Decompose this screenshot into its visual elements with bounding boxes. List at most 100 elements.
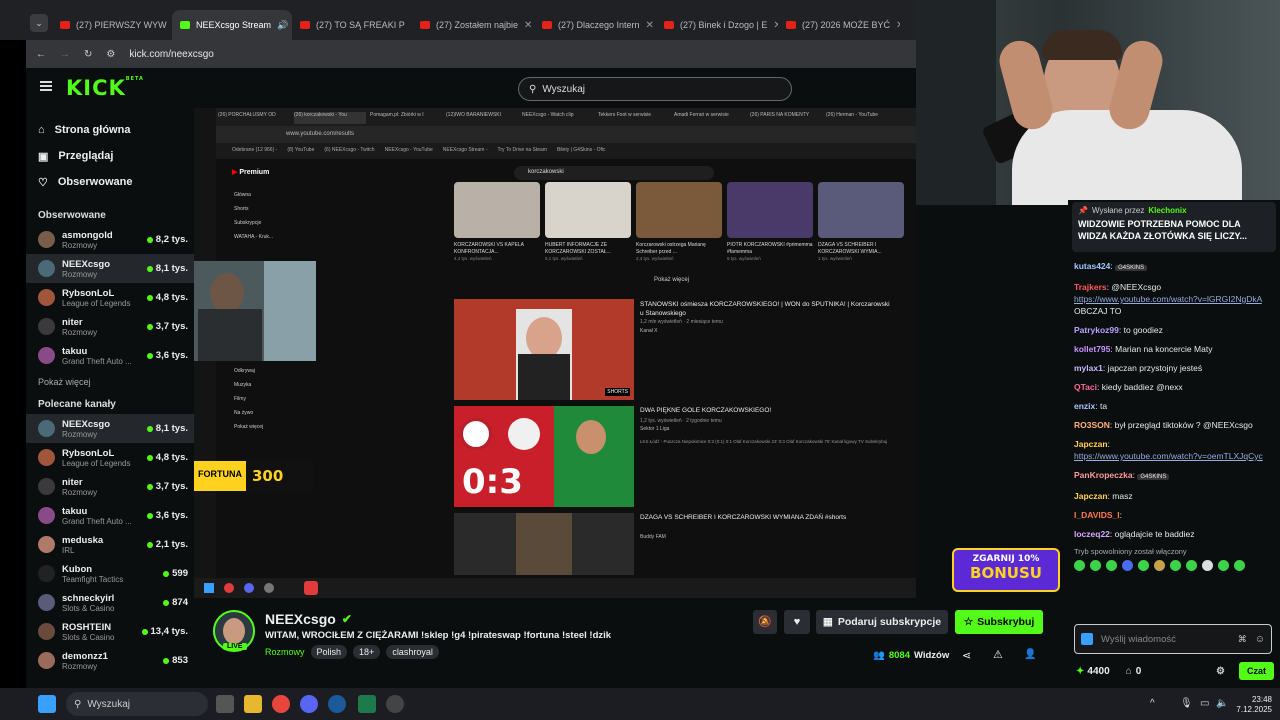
show-more-link[interactable]: Pokaż więcej (26, 372, 194, 392)
tag-chip[interactable]: clashroyal (386, 645, 439, 659)
chat-username[interactable]: Japczan (1074, 491, 1108, 501)
chat-username[interactable]: QTaci (1074, 382, 1097, 392)
emote-icon[interactable] (1234, 560, 1245, 571)
back-arrow-icon[interactable]: ← (36, 49, 46, 60)
emote-icon[interactable] (1154, 560, 1165, 571)
chat-message[interactable]: QTaci: kiedy baddiez @nexx (1068, 381, 1280, 393)
tag-chip[interactable]: 18+ (353, 645, 381, 659)
pinned-message[interactable]: 📌 Wysłane przez Klechonix WIDZOWIE POTRZEB… (1072, 202, 1276, 252)
emote-icon[interactable] (1170, 560, 1181, 571)
kick-logo[interactable]: KICKBETA (66, 76, 144, 100)
commands-icon[interactable]: ⌘ (1238, 634, 1247, 645)
stream-player[interactable]: (26) PORCHAŁUSMY OD (26) korczakowski - Y… (194, 108, 916, 598)
emote-icon[interactable] (1090, 560, 1101, 571)
chat-message[interactable]: loczeq22: oglądajcie te baddiez (1068, 528, 1280, 540)
close-tab-icon[interactable]: ✕ (896, 20, 900, 31)
close-tab-icon[interactable]: ✕ (646, 20, 654, 31)
emote-icon[interactable] (1106, 560, 1117, 571)
gift-subs-button[interactable]: ▦ Podaruj subskrypcje (816, 610, 948, 634)
chat-username[interactable]: kollet795 (1074, 344, 1110, 354)
browser-tab[interactable]: (27) PIERWSZY WYW✕ (52, 10, 172, 40)
sidebar-channel-neexcsgo[interactable]: NEEXcsgo Rozmowy 8,1 tys. (26, 414, 194, 443)
chat-username[interactable]: Patrykoz99 (1074, 325, 1119, 335)
reload-icon[interactable]: ↻ (84, 49, 92, 60)
chat-message[interactable]: mylax1: japczan przystojny jesteś (1068, 362, 1280, 374)
chat-message[interactable]: Trajkers: @NEEXcsgo https://www.youtube.… (1068, 281, 1280, 317)
user-options-icon[interactable]: 👤 (1024, 649, 1036, 660)
site-info-icon[interactable]: ⚙ (106, 49, 115, 60)
speaker-icon[interactable]: 🔊 (277, 20, 288, 31)
sidebar-channel-asmongold[interactable]: asmongold Rozmowy 8,2 tys. (26, 225, 194, 254)
sidebar-channel-neexcsgo[interactable]: NEEXcsgo Rozmowy 8,1 tys. (26, 254, 194, 283)
sidebar-channel-takuu[interactable]: takuu Grand Theft Auto ... 3,6 tys. (26, 501, 194, 530)
browser-tab[interactable]: (27) 2026 MOŻE BYĆ ✕ (778, 10, 900, 40)
sidebar-channel-roshtein[interactable]: ROSHTEIN Slots & Casino 13,4 tys. (26, 617, 194, 646)
browser-tab-active[interactable]: NEEXcsgo Stream🔊✕ (172, 10, 292, 40)
sidebar-channel-takuu[interactable]: takuu Grand Theft Auto ... 3,6 tys. (26, 341, 194, 370)
chat-message[interactable]: Japczan: https://www.youtube.com/watch?v… (1068, 438, 1280, 462)
nav-home[interactable]: ⌂ Strona główna (26, 117, 194, 143)
chat-username[interactable]: mylax1 (1074, 363, 1103, 373)
channel-name[interactable]: NEEXcsgo (265, 611, 336, 627)
notifications-off-icon[interactable]: 🔕 (753, 610, 777, 634)
emote-icon[interactable] (1122, 560, 1133, 571)
emote-icon[interactable] (1186, 560, 1197, 571)
emote-icon[interactable] (1074, 560, 1085, 571)
tag-chip[interactable]: Polish (310, 645, 348, 659)
emote-icon[interactable] (1138, 560, 1149, 571)
send-chat-button[interactable]: Czat (1238, 662, 1274, 680)
sidebar-channel-rybsonlol[interactable]: RybsonLoL League of Legends 4,8 tys. (26, 443, 194, 472)
discord-icon[interactable] (300, 695, 318, 713)
sidebar-channel-niter[interactable]: niter Rozmowy 3,7 tys. (26, 472, 194, 501)
report-icon[interactable]: ⚠ (993, 648, 1003, 661)
chat-message[interactable]: Patrykoz99: to goodiez (1068, 324, 1280, 336)
emoji-icon[interactable]: ☺ (1255, 634, 1265, 645)
chat-username[interactable]: loczeq22 (1074, 529, 1110, 539)
follow-heart-icon[interactable]: ♥ (784, 610, 810, 634)
chat-link[interactable]: https://www.youtube.com/watch?v=oemTLXJq… (1074, 451, 1263, 461)
sidebar-channel-kubon[interactable]: Kubon Teamfight Tactics 599 (26, 559, 194, 588)
chat-message[interactable]: PanKropeczka: G4SKINS (1068, 469, 1280, 483)
chat-message[interactable]: enzix: ta (1068, 400, 1280, 412)
nav-following[interactable]: ♡ Obserwowane (26, 169, 194, 195)
sidebar-channel-meduska[interactable]: meduska IRL 2,1 tys. (26, 530, 194, 559)
browser-tab[interactable]: (27) Dlaczego Intern ✕ (534, 10, 656, 40)
chat-link[interactable]: https://www.youtube.com/watch?v=lGRGI2Ng… (1074, 294, 1262, 304)
chrome-icon[interactable] (272, 695, 290, 713)
windows-start-icon[interactable] (38, 695, 56, 713)
chat-username[interactable]: RO3SON (1074, 420, 1110, 430)
task-view-icon[interactable] (216, 695, 234, 713)
tab-list-chevron-icon[interactable]: ⌄ (30, 14, 48, 32)
nav-browse[interactable]: ▣ Przeglądaj (26, 143, 194, 169)
chat-username[interactable]: PanKropeczka (1074, 470, 1133, 480)
microphone-icon[interactable]: 🎙 (1180, 698, 1193, 709)
search-bar[interactable]: ⚲ Wyszukaj (518, 77, 792, 101)
gift-count[interactable]: 0 (1136, 666, 1142, 677)
forward-arrow-icon[interactable]: → (60, 49, 70, 60)
chat-message[interactable]: kutas424: G4SKINS (1068, 260, 1280, 274)
chat-message[interactable]: I_DAVIDS_I: (1068, 509, 1280, 521)
close-tab-icon[interactable]: ✕ (524, 20, 532, 31)
url-field[interactable]: kick.com/neexcsgo (129, 49, 213, 60)
chat-username[interactable]: kutas424 (1074, 261, 1110, 271)
emote-icon[interactable] (1218, 560, 1229, 571)
chat-input[interactable]: Wyślij wiadomość ⌘ ☺ (1074, 624, 1272, 654)
emote-icon[interactable] (1202, 560, 1213, 571)
chat-message[interactable]: Japczan: masz (1068, 490, 1280, 502)
browser-tab[interactable]: (27) TO SĄ FREAKI P✕ (292, 10, 412, 40)
menu-icon[interactable] (40, 81, 52, 91)
browser-tab[interactable]: (27) Binek i Dzogo | E ✕ (656, 10, 778, 40)
volume-icon[interactable]: 🔈 (1216, 698, 1228, 709)
subscribe-button[interactable]: ☆ Subskrybuj (955, 610, 1043, 634)
sidebar-channel-rybsonlol[interactable]: RybsonLoL League of Legends 4,8 tys. (26, 283, 194, 312)
sidebar-channel-schneckyirl[interactable]: schneckyirl Slots & Casino 874 (26, 588, 194, 617)
app-icon[interactable] (386, 695, 404, 713)
sidebar-channel-niter[interactable]: niter Rozmowy 3,7 tys. (26, 312, 194, 341)
taskbar-search[interactable]: ⚲ Wyszukaj (66, 692, 208, 716)
excel-icon[interactable] (358, 695, 376, 713)
steam-icon[interactable] (328, 695, 346, 713)
settings-gear-icon[interactable]: ⚙ (1216, 666, 1225, 677)
clock[interactable]: 23:48 7.12.2025 (1234, 695, 1272, 715)
category-link[interactable]: Rozmowy (265, 647, 305, 657)
network-icon[interactable]: ▭ (1200, 698, 1209, 709)
